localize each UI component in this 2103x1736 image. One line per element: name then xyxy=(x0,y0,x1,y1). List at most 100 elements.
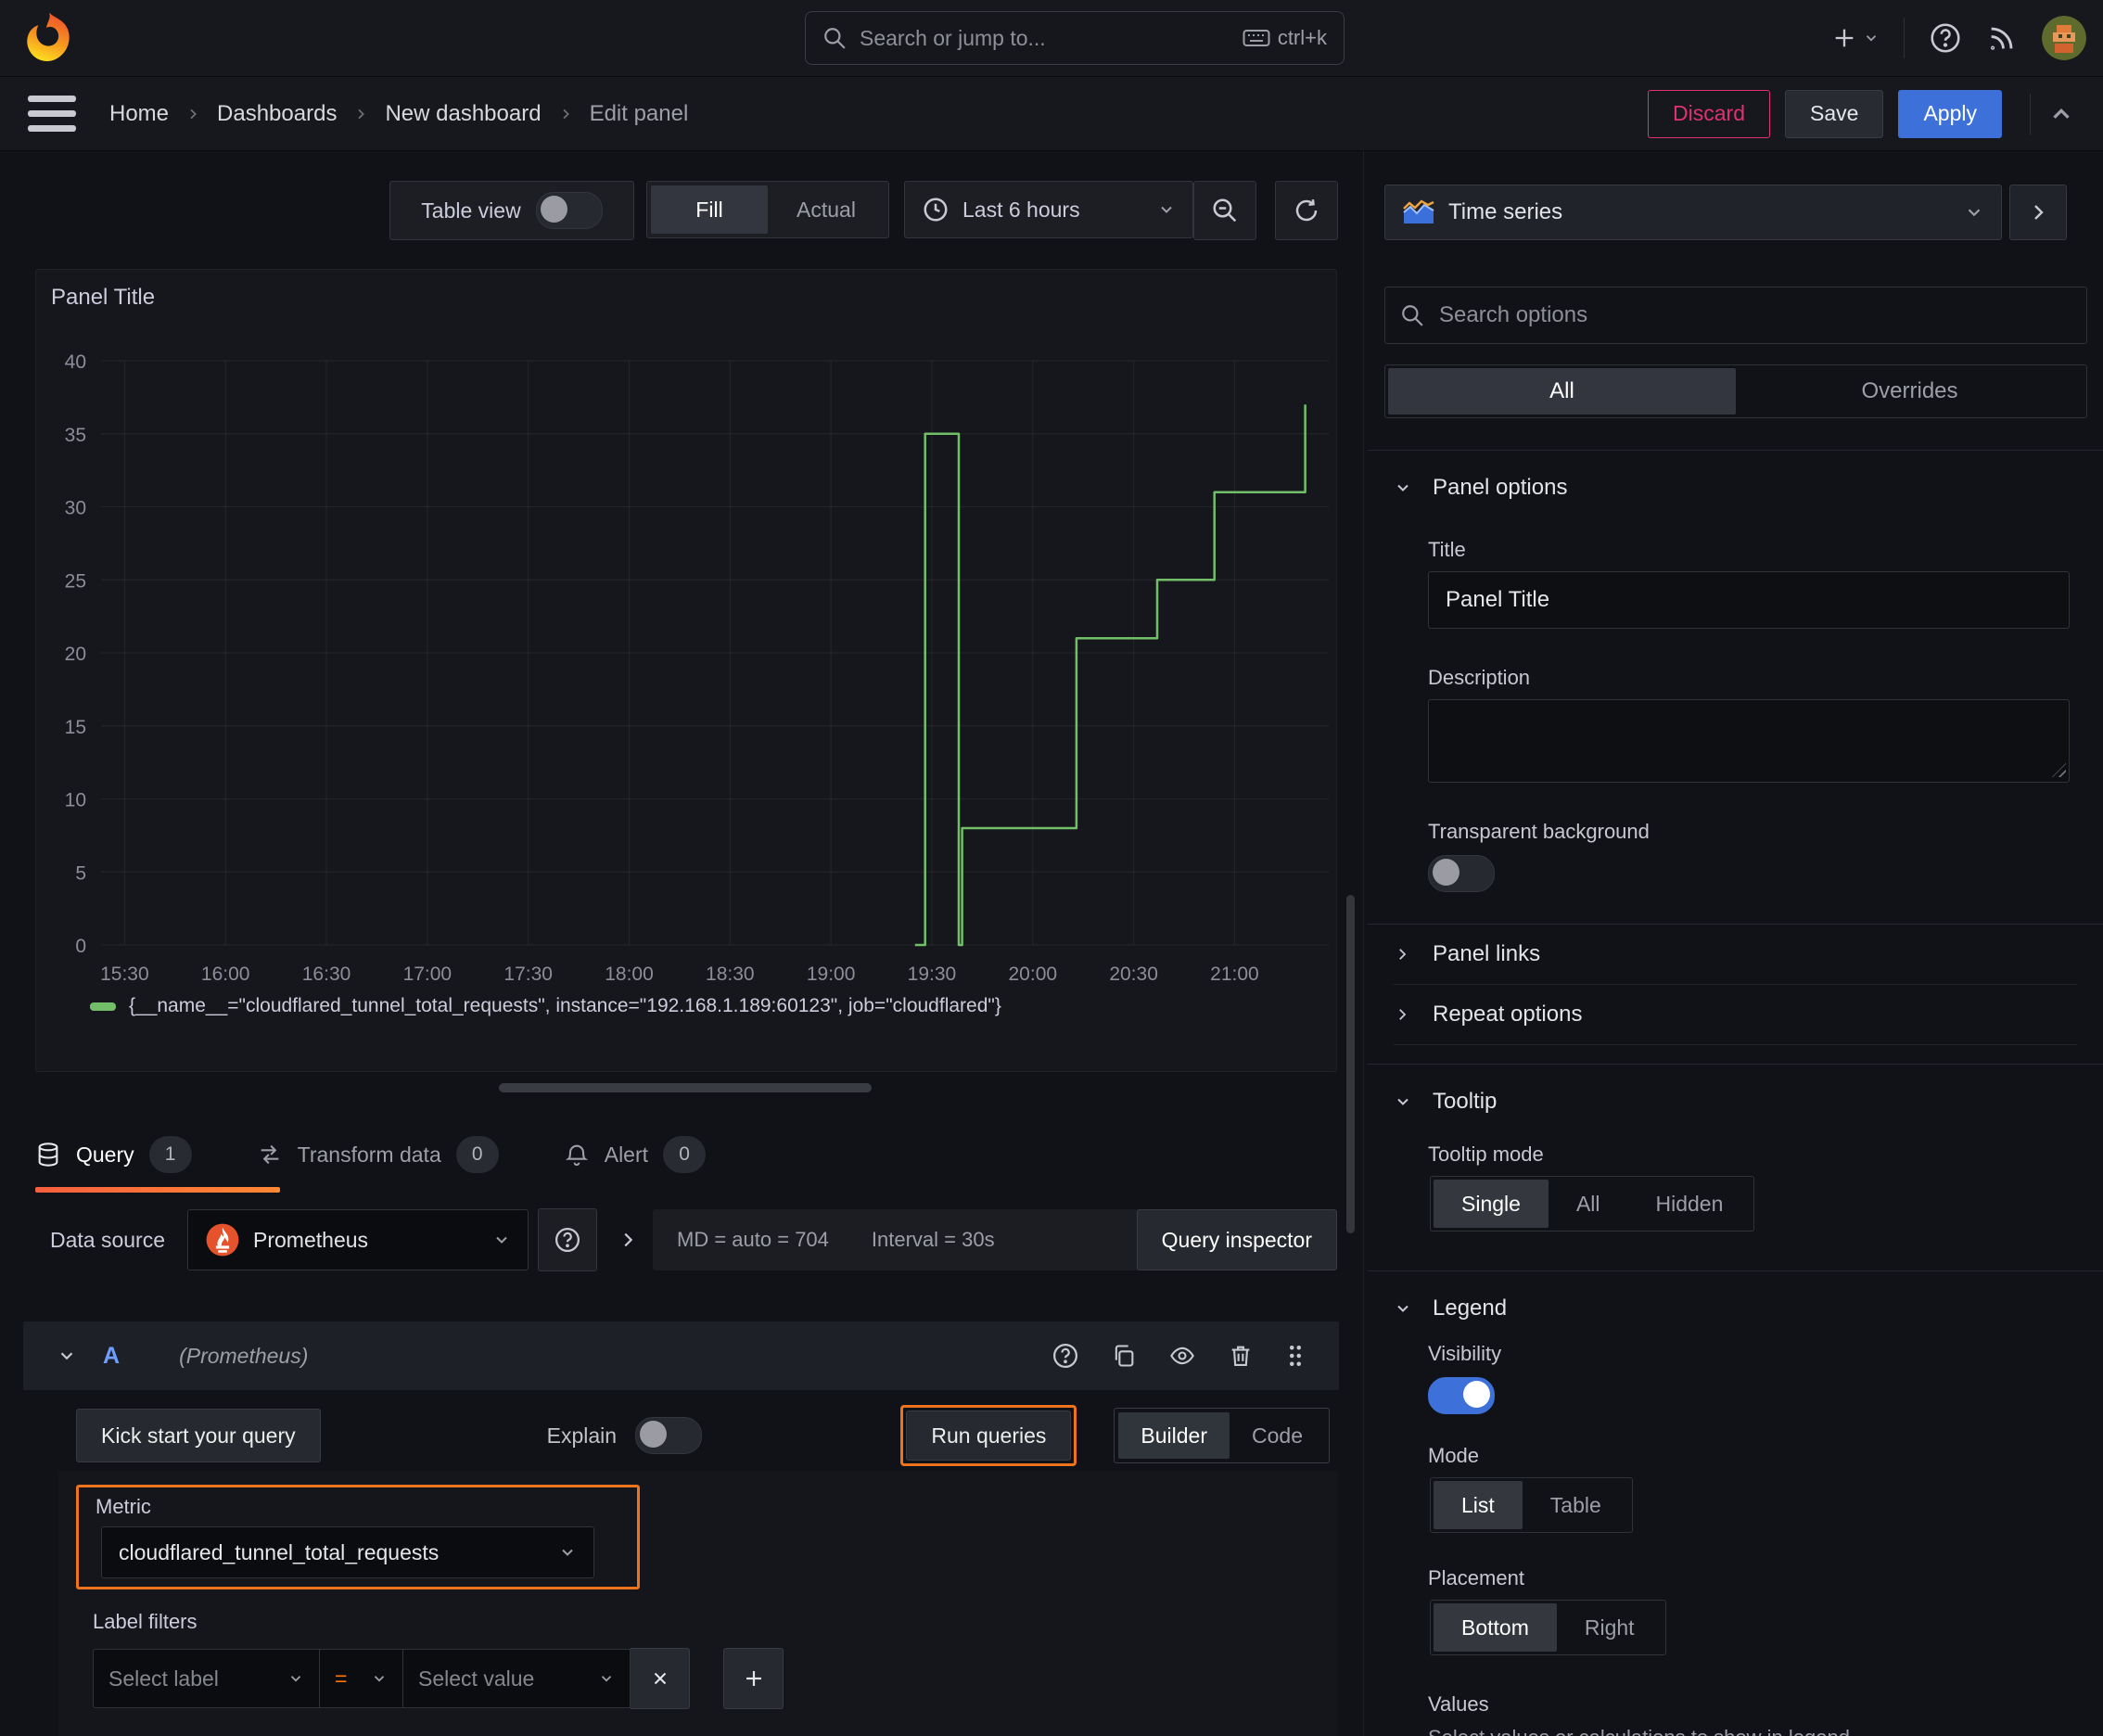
legend-series-label[interactable]: {__name__="cloudflared_tunnel_total_requ… xyxy=(129,995,1001,1017)
legend-mode-list[interactable]: List xyxy=(1434,1481,1523,1529)
toggle-viz-suggestions-button[interactable] xyxy=(2009,185,2067,240)
legend-header[interactable]: Legend xyxy=(1394,1296,2103,1321)
save-button[interactable]: Save xyxy=(1785,89,1884,138)
chevron-down-icon[interactable] xyxy=(57,1346,77,1366)
panel-options-header[interactable]: Panel options xyxy=(1394,475,2103,501)
panel-title-input[interactable] xyxy=(1428,571,2070,629)
tooltip-mode-single[interactable]: Single xyxy=(1434,1180,1549,1228)
metric-select[interactable]: cloudflared_tunnel_total_requests xyxy=(101,1526,594,1578)
tab-alert[interactable]: Alert 0 xyxy=(564,1122,707,1187)
chevron-down-icon xyxy=(1157,200,1176,219)
transparent-bg-toggle[interactable] xyxy=(1428,855,1495,892)
select-label-placeholder: Select label xyxy=(108,1666,219,1691)
run-queries-button[interactable]: Run queries xyxy=(906,1410,1072,1461)
tooltip-mode-hidden[interactable]: Hidden xyxy=(1628,1180,1752,1228)
drag-handle-icon[interactable] xyxy=(1285,1342,1306,1370)
repeat-options-row[interactable]: Repeat options xyxy=(1394,985,2077,1045)
breadcrumb-dashboards[interactable]: Dashboards xyxy=(217,101,337,127)
legend-mode-table[interactable]: Table xyxy=(1523,1481,1629,1529)
svg-text:18:30: 18:30 xyxy=(706,964,755,985)
search-shortcut: ctrl+k xyxy=(1243,26,1327,50)
topbar-divider xyxy=(1904,18,1905,58)
builder-option[interactable]: Builder xyxy=(1118,1412,1230,1459)
datasource-name: Prometheus xyxy=(253,1227,369,1252)
apply-button[interactable]: Apply xyxy=(1898,89,2002,138)
panel-resize-handle[interactable] xyxy=(499,1083,872,1092)
trash-icon[interactable] xyxy=(1228,1343,1254,1369)
zoom-out-button[interactable] xyxy=(1193,181,1256,240)
add-menu-button[interactable] xyxy=(1831,25,1880,51)
tooltip-mode-all[interactable]: All xyxy=(1549,1180,1628,1228)
user-avatar[interactable] xyxy=(2042,16,2086,60)
refresh-button[interactable] xyxy=(1275,181,1338,240)
scrollbar-thumb[interactable] xyxy=(1346,895,1355,1233)
discard-button[interactable]: Discard xyxy=(1648,89,1771,138)
datasource-help-button[interactable] xyxy=(538,1208,598,1271)
tooltip-header[interactable]: Tooltip xyxy=(1394,1089,2103,1115)
top-bar: ctrl+k xyxy=(0,0,2103,77)
tab-transform-label: Transform data xyxy=(297,1142,441,1167)
description-textarea[interactable] xyxy=(1428,699,2070,783)
help-icon[interactable] xyxy=(1929,21,1962,55)
operator-dropdown[interactable]: = xyxy=(320,1649,403,1708)
chevron-down-icon xyxy=(558,1543,577,1562)
table-view-label: Table view xyxy=(421,198,521,223)
kick-start-button[interactable]: Kick start your query xyxy=(76,1409,321,1462)
tab-alert-label: Alert xyxy=(604,1142,649,1167)
expand-chevron-icon[interactable] xyxy=(618,1230,638,1250)
table-view-toggle[interactable] xyxy=(535,192,603,229)
metric-label: Metric xyxy=(96,1495,151,1518)
chevron-right-icon xyxy=(2027,201,2049,223)
refresh-icon xyxy=(1293,197,1320,224)
svg-text:25: 25 xyxy=(65,570,86,592)
tab-overrides[interactable]: Overrides xyxy=(1736,368,2084,415)
tab-query[interactable]: Query 1 xyxy=(35,1122,280,1193)
query-row-header[interactable]: A (Prometheus) xyxy=(23,1321,1339,1390)
legend-visibility-toggle[interactable] xyxy=(1428,1377,1495,1414)
breadcrumb-home[interactable]: Home xyxy=(109,101,169,127)
add-filter-button[interactable] xyxy=(723,1648,784,1709)
code-option[interactable]: Code xyxy=(1230,1412,1325,1459)
eye-icon[interactable] xyxy=(1168,1343,1196,1369)
legend-placement-right[interactable]: Right xyxy=(1557,1603,1663,1652)
chevron-down-icon xyxy=(1964,202,1984,223)
search-input[interactable] xyxy=(858,24,1231,52)
select-value-dropdown[interactable]: Select value xyxy=(403,1649,631,1708)
panel-links-row[interactable]: Panel links xyxy=(1394,925,2077,985)
run-queries-highlight: Run queries xyxy=(900,1405,1077,1466)
tab-all-options[interactable]: All xyxy=(1388,368,1736,415)
chart-legend[interactable]: {__name__="cloudflared_tunnel_total_requ… xyxy=(90,995,1001,1017)
tab-query-count: 1 xyxy=(148,1136,192,1173)
section-divider xyxy=(1368,1064,2103,1065)
collapse-up-icon[interactable] xyxy=(2030,93,2075,134)
grafana-logo[interactable] xyxy=(22,9,76,65)
chevron-right-icon xyxy=(1394,946,1410,963)
search-icon xyxy=(822,26,847,50)
legend-placement-bottom[interactable]: Bottom xyxy=(1434,1603,1557,1652)
legend-placement-group: Bottom Right xyxy=(1430,1600,1666,1655)
time-range-label: Last 6 hours xyxy=(962,197,1080,222)
metric-highlight: Metric cloudflared_tunnel_total_requests xyxy=(76,1485,640,1589)
duplicate-icon[interactable] xyxy=(1111,1343,1137,1369)
datasource-picker[interactable]: Prometheus xyxy=(187,1209,529,1270)
select-label-dropdown[interactable]: Select label xyxy=(93,1649,320,1708)
visualization-picker[interactable]: Time series xyxy=(1384,185,2002,240)
remove-filter-button[interactable] xyxy=(631,1648,690,1709)
news-rss-icon[interactable] xyxy=(1986,22,2018,54)
fill-option[interactable]: Fill xyxy=(651,185,768,234)
time-range-picker[interactable]: Last 6 hours xyxy=(904,181,1193,238)
chevron-right-icon xyxy=(185,107,200,121)
breadcrumb-new-dashboard[interactable]: New dashboard xyxy=(385,101,541,127)
query-help-icon[interactable] xyxy=(1052,1342,1079,1370)
svg-text:17:30: 17:30 xyxy=(503,964,553,985)
tab-transform[interactable]: Transform data 0 xyxy=(257,1122,499,1187)
menu-toggle-icon[interactable] xyxy=(28,96,76,133)
timeseries-chart[interactable]: 0 5 10 15 20 25 30 35 40 15:30 16:00 16:30 17:00 17:3… xyxy=(36,326,1338,986)
options-search-input[interactable] xyxy=(1437,301,2071,329)
svg-text:20: 20 xyxy=(65,644,86,665)
actual-option[interactable]: Actual xyxy=(768,185,885,234)
explain-toggle[interactable] xyxy=(635,1417,703,1454)
description-field-label: Description xyxy=(1428,666,1531,689)
query-inspector-button[interactable]: Query inspector xyxy=(1136,1209,1337,1270)
legend-placement-label: Placement xyxy=(1428,1566,1524,1589)
